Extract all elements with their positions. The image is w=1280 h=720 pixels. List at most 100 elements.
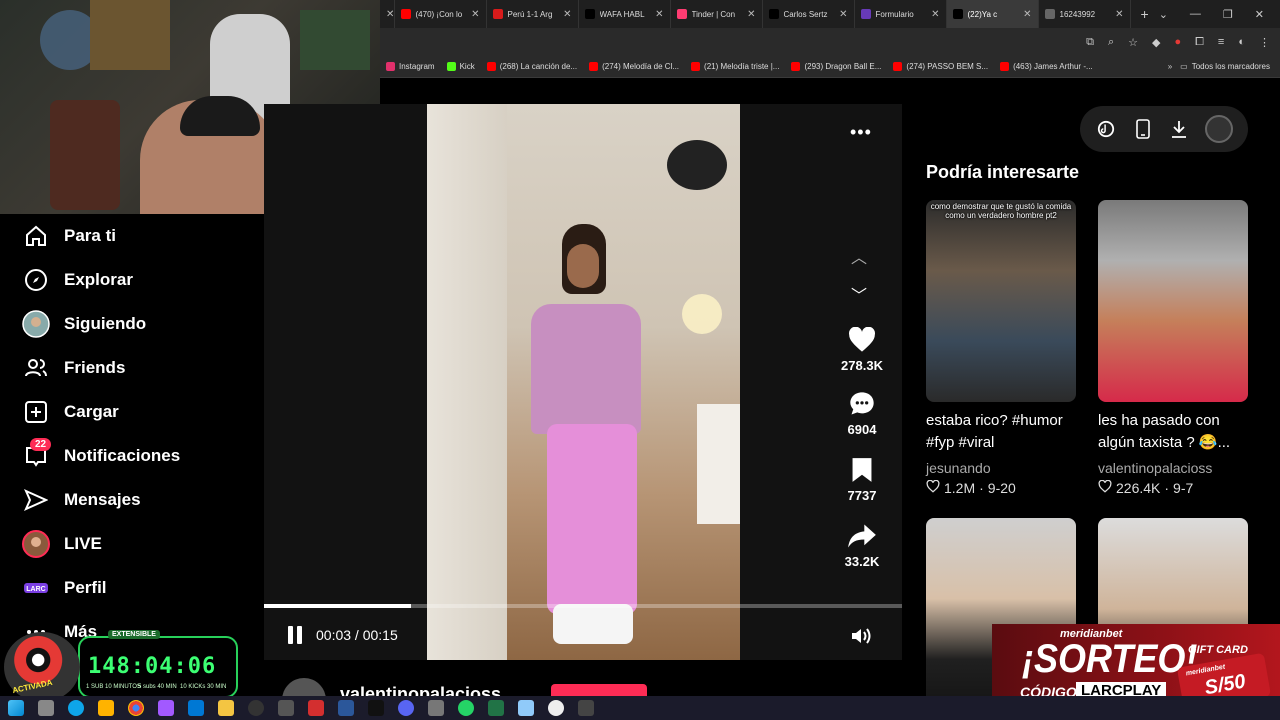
bookmark-item[interactable]: (293) Dragon Ball E... <box>785 62 887 71</box>
explorer-icon[interactable] <box>218 700 234 716</box>
comment-button[interactable]: 6904 <box>832 390 892 437</box>
video-description[interactable]: estaba rico? #humor #fyp #viral <box>926 410 1076 454</box>
tab-close-icon[interactable]: ✕ <box>655 9 663 20</box>
extension-icon[interactable]: ◆ <box>1152 36 1160 49</box>
word-icon[interactable] <box>338 700 354 716</box>
all-bookmarks-button[interactable]: ▭ Todos los marcadores <box>1180 62 1280 71</box>
bookmarks-overflow-button[interactable]: » <box>1160 62 1180 71</box>
edge-icon[interactable] <box>68 700 84 716</box>
store-icon[interactable] <box>98 700 114 716</box>
app-icon[interactable] <box>428 700 444 716</box>
progress-fill <box>264 604 411 608</box>
progress-bar[interactable] <box>264 604 902 608</box>
tab-close-icon[interactable]: ✕ <box>839 9 847 20</box>
sidebar-item-para-ti[interactable]: Para ti <box>0 214 264 258</box>
sidebar-item-perfil[interactable]: LARC Perfil <box>0 566 264 610</box>
minimize-icon[interactable]: — <box>1190 8 1201 21</box>
browser-tab[interactable]: WAFA HABL ✕ <box>579 0 671 28</box>
windows-start-icon[interactable] <box>8 700 24 716</box>
browser-tab[interactable]: Tinder | Con ✕ <box>671 0 763 28</box>
video-frame[interactable] <box>427 104 740 660</box>
star-icon[interactable]: ☆ <box>1128 36 1138 49</box>
tiktok-icon[interactable] <box>1095 118 1117 140</box>
mobile-icon[interactable] <box>1132 118 1154 140</box>
profile-icon: LARC <box>22 574 50 602</box>
sidebar-item-notificaciones[interactable]: Notificaciones 22 <box>0 434 264 478</box>
tab-favicon-icon <box>1044 9 1055 19</box>
zoom-icon[interactable]: ⌕ <box>1108 36 1114 49</box>
browser-tab[interactable]: (470) ¡Con lo ✕ <box>395 0 487 28</box>
menu-icon[interactable]: ⋮ <box>1259 36 1270 49</box>
app-icon[interactable] <box>518 700 534 716</box>
tab-favicon-icon <box>400 9 411 19</box>
download-icon[interactable] <box>1168 118 1190 140</box>
task-view-icon[interactable] <box>38 700 54 716</box>
browser-tab[interactable]: Perú 1-1 Arg ✕ <box>487 0 579 28</box>
video-thumbnail[interactable] <box>1098 200 1248 402</box>
bookmark-item[interactable]: (274) PASSO BEM S... <box>887 62 994 71</box>
bookmark-item[interactable]: (21) Melodía triste |... <box>685 62 785 71</box>
close-icon[interactable]: ✕ <box>1255 8 1264 21</box>
tab-close-icon[interactable]: ✕ <box>1023 9 1031 20</box>
cast-icon[interactable]: ⧉ <box>1086 36 1094 49</box>
excel-icon[interactable] <box>488 700 504 716</box>
tab-close-icon[interactable]: ✕ <box>747 9 755 20</box>
browser-tab[interactable]: 16243992 ✕ <box>1039 0 1131 28</box>
tab-close-icon[interactable]: ✕ <box>563 9 571 20</box>
sidebar-item-label: Mensajes <box>64 490 141 509</box>
avatar[interactable] <box>1204 115 1233 143</box>
bookmark-item[interactable]: Kick <box>441 62 481 71</box>
pause-button[interactable] <box>288 626 304 644</box>
sidebar-item-siguiendo[interactable]: Siguiendo <box>0 302 264 346</box>
app-icon[interactable] <box>278 700 294 716</box>
tab-close-icon[interactable]: ✕ <box>471 9 479 20</box>
browser-tab[interactable]: Formulario ✕ <box>855 0 947 28</box>
bookmark-item[interactable]: (274) Melodía de Cl... <box>583 62 685 71</box>
discord-icon[interactable] <box>398 700 414 716</box>
save-button[interactable]: 7737 <box>832 456 892 503</box>
calculator-icon[interactable] <box>578 700 594 716</box>
suggested-video-card[interactable]: como demostrar que te gustó la comida co… <box>926 200 1076 496</box>
tab-close-partial[interactable]: ✕ <box>380 0 395 28</box>
whatsapp-icon[interactable] <box>458 700 474 716</box>
sidebar-item-cargar[interactable]: Cargar <box>0 390 264 434</box>
obs-icon[interactable] <box>248 700 264 716</box>
more-options-button[interactable]: ••• <box>850 122 872 143</box>
tab-close-icon[interactable]: ✕ <box>1115 9 1123 20</box>
sidebar-item-friends[interactable]: Friends <box>0 346 264 390</box>
video-thumbnail[interactable]: como demostrar que te gustó la comida co… <box>926 200 1076 402</box>
like-button[interactable]: 278.3K <box>832 326 892 373</box>
browser-tab[interactable]: Carlos Sertz ✕ <box>763 0 855 28</box>
sidebar-item-explorar[interactable]: Explorar <box>0 258 264 302</box>
sidebar-item-live[interactable]: LIVE <box>0 522 264 566</box>
puzzle-icon[interactable]: ⧠ <box>1195 36 1204 49</box>
volume-icon[interactable] <box>850 626 874 651</box>
tab-close-icon[interactable]: ✕ <box>931 9 939 20</box>
bookmark-item[interactable]: (463) James Arthur -... <box>994 62 1099 71</box>
chevron-down-icon[interactable]: ⌄ <box>1159 8 1168 21</box>
bookmark-item[interactable]: (268) La canción de... <box>481 62 583 71</box>
previous-video-button[interactable]: ︿ <box>851 244 867 268</box>
playlist-icon[interactable]: ≡ <box>1218 36 1224 48</box>
record-icon[interactable]: ● <box>1174 36 1181 48</box>
sidebar-item-mensajes[interactable]: Mensajes <box>0 478 264 522</box>
red-app-icon[interactable] <box>308 700 324 716</box>
chrome-icon[interactable] <box>128 700 144 716</box>
suggested-video-card[interactable]: les ha pasado con algún taxista ? 😂... va… <box>1098 200 1248 496</box>
tiktok-app-icon[interactable] <box>368 700 384 716</box>
profile-icon[interactable]: ◐ <box>1238 36 1245 48</box>
share-button[interactable]: 33.2K <box>832 522 892 569</box>
video-author[interactable]: jesunando <box>926 460 1076 476</box>
outlook-icon[interactable] <box>188 700 204 716</box>
save-count: 7737 <box>847 488 877 503</box>
video-author[interactable]: valentinopalacioss <box>1098 460 1248 476</box>
new-tab-button[interactable]: + <box>1131 6 1159 22</box>
restore-icon[interactable]: ❐ <box>1223 8 1233 21</box>
video-description[interactable]: les ha pasado con algún taxista ? 😂... <box>1098 410 1248 454</box>
tab-title: 16243992 <box>1059 9 1096 19</box>
app-icon[interactable] <box>548 700 564 716</box>
browser-tab[interactable]: (22)Ya c ✕ <box>946 0 1039 28</box>
next-video-button[interactable]: ﹀ <box>851 282 867 306</box>
bookmark-item[interactable]: Instagram <box>380 62 441 71</box>
figma-icon[interactable] <box>158 700 174 716</box>
